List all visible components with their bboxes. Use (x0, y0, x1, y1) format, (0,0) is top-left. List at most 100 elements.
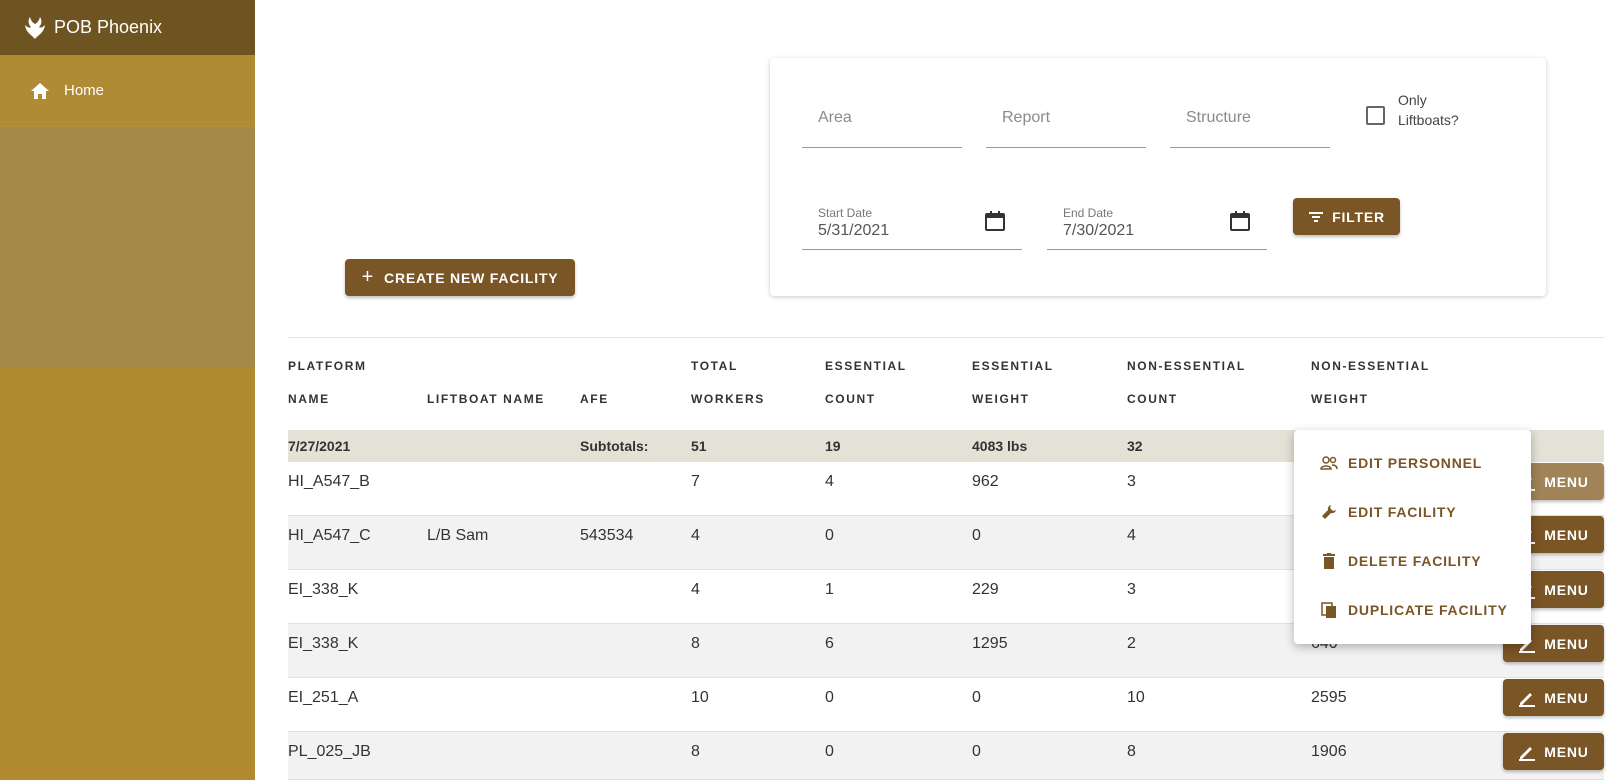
cell-total: 7 (691, 473, 700, 490)
area-placeholder: Area (818, 109, 852, 126)
cell-platform: EI_338_K (288, 581, 359, 598)
cell-non-count: 3 (1127, 473, 1136, 490)
header-platform-line2[interactable]: NAME (288, 383, 330, 416)
home-icon (31, 82, 49, 99)
phoenix-logo-icon (25, 16, 45, 39)
cell-platform: EI_251_A (288, 689, 359, 706)
header-ess-count-line1[interactable]: ESSENTIAL (825, 350, 907, 383)
row-menu-button[interactable]: MENU (1503, 679, 1604, 716)
cell-non-count: 3 (1127, 581, 1136, 598)
header-total-line2[interactable]: WORKERS (691, 383, 765, 416)
row-context-menu: EDIT PERSONNEL EDIT FACILITY DELETE FACI… (1294, 430, 1531, 644)
cell-ess-count: 0 (825, 689, 834, 706)
divider (288, 337, 1604, 338)
create-facility-button[interactable]: + CREATE NEW FACILITY (345, 259, 575, 296)
table-row[interactable]: EI_251_A 10 0 0 10 2595 MENU (288, 678, 1604, 732)
plus-icon: + (361, 266, 375, 288)
end-date-label: End Date (1063, 206, 1114, 220)
menu-item-edit-facility[interactable]: EDIT FACILITY (1294, 487, 1531, 536)
calendar-icon[interactable] (984, 210, 1006, 232)
start-date-label: Start Date (818, 206, 873, 220)
row-menu-button[interactable]: MENU (1503, 733, 1604, 770)
header-total-line1[interactable]: TOTAL (691, 350, 738, 383)
cell-ess-weight: 1295 (972, 635, 1008, 652)
cell-platform: HI_A547_C (288, 527, 371, 544)
menu-label: MENU (1544, 526, 1589, 543)
menu-item-edit-personnel[interactable]: EDIT PERSONNEL (1294, 438, 1531, 487)
menu-item-label: DELETE FACILITY (1348, 552, 1482, 569)
menu-label: MENU (1544, 743, 1589, 760)
subtotal-ess-weight: 4083 lbs (972, 438, 1028, 454)
cell-ess-count: 6 (825, 635, 834, 652)
filter-label: FILTER (1332, 208, 1385, 225)
menu-item-label: EDIT FACILITY (1348, 503, 1457, 520)
only-liftboats-checkbox[interactable] (1366, 106, 1385, 125)
cell-ess-count: 1 (825, 581, 834, 598)
cell-ess-weight: 0 (972, 689, 981, 706)
menu-label: MENU (1544, 581, 1589, 598)
menu-item-label: EDIT PERSONNEL (1348, 454, 1483, 471)
cell-ess-count: 0 (825, 527, 834, 544)
start-date-value: 5/31/2021 (818, 222, 890, 239)
cell-platform: EI_338_K (288, 635, 359, 652)
header-ess-count-line2[interactable]: COUNT (825, 383, 876, 416)
cell-ess-weight: 0 (972, 527, 981, 544)
app-title: POB Phoenix (54, 17, 163, 37)
only-liftboats-label: Only Liftboats? (1398, 92, 1459, 128)
cell-afe: 543534 (580, 527, 634, 544)
header-non-weight-line1[interactable]: NON-ESSENTIAL (1311, 350, 1430, 383)
header-non-weight-line2[interactable]: WEIGHT (1311, 383, 1369, 416)
report-field[interactable]: Report (986, 58, 1146, 148)
subtotal-non-count: 32 (1127, 438, 1143, 454)
cell-non-weight: 2595 (1311, 689, 1347, 706)
structure-field[interactable]: Structure (1170, 58, 1330, 148)
cell-total: 4 (691, 581, 700, 598)
cell-ess-weight: 0 (972, 743, 981, 760)
copy-icon (1321, 601, 1336, 618)
sidebar: POB Phoenix Home (0, 0, 255, 780)
cell-non-count: 2 (1127, 635, 1136, 652)
create-facility-label: CREATE NEW FACILITY (384, 269, 559, 286)
area-field[interactable]: Area (802, 58, 962, 148)
trash-icon (1323, 552, 1335, 569)
menu-item-duplicate-facility[interactable]: DUPLICATE FACILITY (1294, 585, 1531, 634)
menu-label: MENU (1544, 635, 1589, 652)
cell-non-count: 10 (1127, 689, 1145, 706)
wrench-icon (1322, 504, 1336, 519)
subtotal-date: 7/27/2021 (288, 438, 351, 454)
end-date-field[interactable]: End Date 7/30/2021 (1047, 202, 1267, 250)
sidebar-panel (0, 127, 255, 367)
pencil-icon (1519, 692, 1536, 707)
menu-label: MENU (1544, 689, 1589, 706)
cell-ess-weight: 962 (972, 473, 999, 490)
subtotal-total: 51 (691, 438, 707, 454)
header-ess-weight-line2[interactable]: WEIGHT (972, 383, 1030, 416)
menu-item-delete-facility[interactable]: DELETE FACILITY (1294, 536, 1531, 585)
calendar-icon[interactable] (1229, 210, 1251, 232)
pencil-icon (1519, 746, 1536, 761)
filter-button[interactable]: FILTER (1293, 198, 1400, 235)
app-brand[interactable]: POB Phoenix (0, 0, 255, 55)
table-row[interactable]: PL_025_JB 8 0 0 8 1906 MENU (288, 732, 1604, 780)
sidebar-item-home[interactable]: Home (0, 55, 255, 127)
cell-total: 4 (691, 527, 700, 544)
sidebar-item-label: Home (64, 82, 105, 99)
header-liftboat[interactable]: LIFTBOAT NAME (427, 383, 545, 416)
cell-non-weight: 1906 (1311, 743, 1347, 760)
cell-platform: HI_A547_B (288, 473, 370, 490)
cell-liftboat: L/B Sam (427, 527, 489, 544)
start-date-field[interactable]: Start Date 5/31/2021 (802, 202, 1022, 250)
header-platform-line1[interactable]: PLATFORM (288, 350, 367, 383)
header-ess-weight-line1[interactable]: ESSENTIAL (972, 350, 1054, 383)
cell-total: 8 (691, 743, 700, 760)
header-non-count-line1[interactable]: NON-ESSENTIAL (1127, 350, 1246, 383)
end-date-value: 7/30/2021 (1063, 222, 1135, 239)
cell-total: 10 (691, 689, 709, 706)
structure-placeholder: Structure (1186, 109, 1251, 126)
menu-item-label: DUPLICATE FACILITY (1348, 601, 1508, 618)
menu-label: MENU (1544, 473, 1589, 490)
cell-platform: PL_025_JB (288, 743, 371, 760)
header-non-count-line2[interactable]: COUNT (1127, 383, 1178, 416)
report-placeholder: Report (1002, 109, 1051, 126)
header-afe[interactable]: AFE (580, 383, 609, 416)
